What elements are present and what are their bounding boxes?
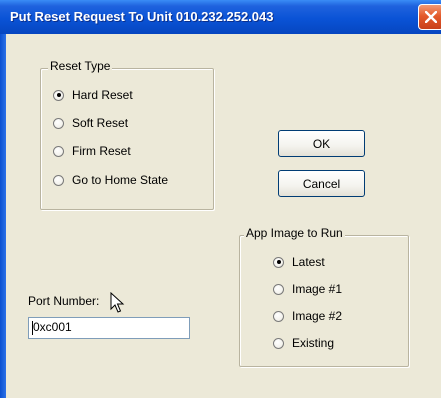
radio-button-icon[interactable]	[273, 337, 284, 349]
cancel-button[interactable]: Cancel	[278, 170, 365, 197]
radio-label: Hard Reset	[72, 88, 133, 102]
radio-existing[interactable]: Existing	[273, 334, 334, 352]
radio-hard-reset[interactable]: Hard Reset	[53, 86, 133, 104]
radio-label: Firm Reset	[72, 144, 131, 158]
radio-label: Existing	[292, 336, 335, 350]
radio-button-icon[interactable]	[53, 89, 64, 101]
port-number-value: 0xc001	[33, 320, 72, 334]
radio-go-to-home-state[interactable]: Go to Home State	[53, 171, 168, 189]
radio-latest[interactable]: Latest	[273, 253, 325, 271]
port-number-input[interactable]: 0xc001	[28, 317, 190, 339]
radio-button-icon[interactable]	[53, 174, 64, 186]
app-image-group-title: App Image to Run	[244, 226, 345, 240]
window-title: Put Reset Request To Unit 010.232.252.04…	[10, 9, 274, 24]
title-bar[interactable]: Put Reset Request To Unit 010.232.252.04…	[0, 0, 441, 34]
close-button[interactable]	[418, 4, 441, 30]
radio-label: Image #2	[292, 309, 343, 323]
radio-label: Latest	[292, 255, 325, 269]
radio-firm-reset[interactable]: Firm Reset	[53, 142, 131, 160]
dialog-client-area: Reset Type Hard Reset Soft Reset Firm Re…	[6, 34, 441, 398]
port-number-label: Port Number:	[28, 294, 100, 308]
radio-button-icon[interactable]	[273, 256, 284, 268]
radio-image-2[interactable]: Image #2	[273, 307, 342, 325]
mouse-pointer-icon	[110, 292, 125, 313]
radio-button-icon[interactable]	[273, 310, 284, 322]
radio-soft-reset[interactable]: Soft Reset	[53, 114, 128, 132]
reset-dialog-window: Put Reset Request To Unit 010.232.252.04…	[0, 0, 441, 398]
radio-label: Go to Home State	[72, 173, 169, 187]
radio-button-icon[interactable]	[273, 283, 284, 295]
ok-button[interactable]: OK	[278, 130, 365, 157]
radio-image-1[interactable]: Image #1	[273, 280, 342, 298]
reset-type-group-title: Reset Type	[48, 59, 113, 73]
radio-label: Soft Reset	[72, 116, 129, 130]
close-icon	[425, 11, 437, 23]
radio-label: Image #1	[292, 282, 343, 296]
radio-button-icon[interactable]	[53, 117, 64, 129]
radio-button-icon[interactable]	[53, 145, 64, 157]
